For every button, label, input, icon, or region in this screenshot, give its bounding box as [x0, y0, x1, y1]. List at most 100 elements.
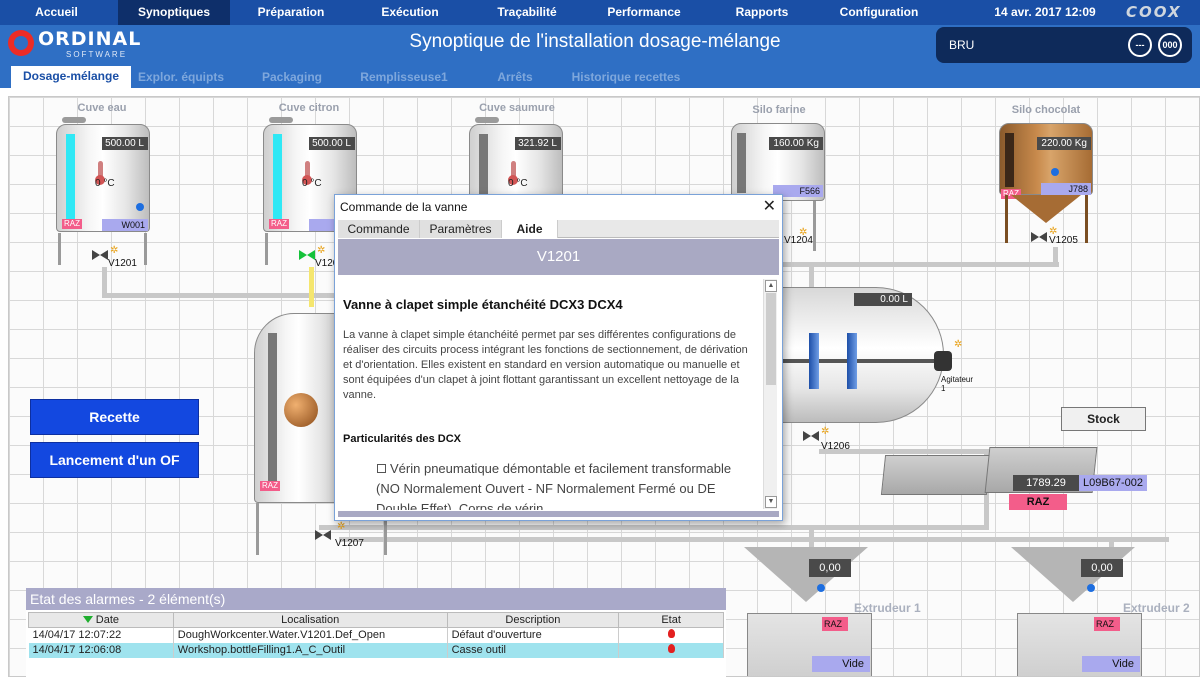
extruder-2[interactable]: RAZ Vide [1017, 613, 1142, 676]
status-dot-icon [817, 584, 825, 592]
nav-execution[interactable]: Exécution [355, 0, 465, 25]
tank-volume: 500.00 L [309, 137, 355, 150]
nav-accueil[interactable]: Accueil [0, 0, 113, 25]
gear-icon: ✲ [317, 245, 326, 256]
raz-tag[interactable]: RAZ [269, 219, 289, 229]
scroll-down-icon[interactable]: ▼ [765, 496, 777, 508]
dialog-valve-id: V1201 [338, 239, 779, 275]
column-header-localisation[interactable]: Localisation [172, 612, 448, 628]
sort-arrow-icon [82, 616, 93, 623]
tank-leg [58, 233, 61, 265]
nav-synoptiques[interactable]: Synoptiques [118, 0, 230, 25]
valve-v1207[interactable] [315, 530, 331, 540]
alarm-state [618, 642, 724, 658]
scroll-up-icon[interactable]: ▲ [765, 280, 777, 292]
more-button[interactable]: --- [1128, 33, 1152, 57]
stock-lot: L09B67-002 [1079, 475, 1147, 491]
pipe-citron-active [309, 267, 314, 307]
alarm-table: Date Localisation Description Etat 14/04… [28, 612, 724, 658]
raz-tag[interactable]: RAZ [62, 219, 82, 229]
level-gauge [479, 134, 488, 194]
alarm-description: Défaut d'ouverture [447, 627, 620, 643]
ordinal-logo-sub: SOFTWARE [66, 50, 128, 59]
tank-temperature: 0 °C [508, 178, 528, 189]
help-subheading: Particularités des DCX [343, 433, 461, 445]
tab-aide[interactable]: Aide [502, 220, 558, 238]
reactor-agitator-icon [284, 393, 318, 427]
valve-v1205[interactable] [1031, 232, 1047, 242]
agitator-label: Agitateur 1 [941, 375, 974, 393]
tab-remplisseuse1[interactable]: Remplisseuse1 [358, 67, 450, 88]
counter-button[interactable]: 000 [1158, 33, 1182, 57]
tank-id: W001 [102, 219, 148, 231]
ordinal-logo: ORDINAL SOFTWARE [8, 28, 143, 64]
tank-cuve-eau[interactable]: 500.00 L 0 °C RAZ W001 [54, 117, 154, 272]
tank-vent [62, 117, 86, 123]
alarm-location: DoughWorkcenter.Water.V1201.Def_Open [173, 627, 448, 643]
silo-leg [1005, 195, 1008, 243]
lancement-of-button[interactable]: Lancement d'un OF [30, 442, 199, 478]
valve-label: V1206 [821, 441, 850, 452]
stock-button[interactable]: Stock [1061, 407, 1146, 431]
scrollbar-thumb[interactable] [766, 293, 776, 385]
status-dot-icon [1087, 584, 1095, 592]
valve-v1201[interactable] [92, 250, 108, 260]
alarm-panel: Etat des alarmes - 2 élément(s) Date Loc… [26, 588, 726, 677]
help-scrollbar[interactable]: ▲ ▼ [763, 279, 777, 509]
alarm-bulb-icon [667, 644, 675, 653]
column-header-date[interactable]: Date [28, 612, 174, 628]
tab-parametres[interactable]: Paramètres [420, 220, 502, 238]
silo-cone [1011, 195, 1081, 223]
column-header-description[interactable]: Description [446, 612, 620, 628]
valve-label: V1205 [1049, 235, 1078, 246]
tab-historique-recettes[interactable]: Historique recettes [570, 67, 682, 88]
tank-cuve-saumure[interactable]: 321.92 L 0 °C [467, 117, 567, 199]
close-icon[interactable]: ✕ [763, 196, 776, 216]
valve-v1206[interactable] [803, 431, 819, 441]
table-row[interactable]: 14/04/17 12:07:22 DoughWorkcenter.Water.… [28, 627, 724, 643]
tank-volume: 500.00 L [102, 137, 148, 150]
tab-arrets[interactable]: Arrêts [490, 67, 540, 88]
nav-rapports[interactable]: Rapports [708, 0, 816, 25]
extruder-value: 0,00 [1081, 559, 1123, 577]
column-header-etat[interactable]: Etat [618, 612, 724, 628]
raz-tag[interactable]: RAZ [822, 617, 848, 631]
nav-performance[interactable]: Performance [590, 0, 698, 25]
extruder-1[interactable]: RAZ Vide [747, 613, 872, 676]
valve-citron[interactable] [299, 250, 315, 260]
tank-label: Cuve saumure [479, 102, 555, 114]
stock-raz-button[interactable]: RAZ [1009, 494, 1067, 510]
gear-icon: ✲ [954, 339, 963, 350]
stock-bin-icon [880, 455, 992, 495]
nav-tracabilite[interactable]: Traçabilité [472, 0, 582, 25]
tab-dosage-melange[interactable]: Dosage-mélange [11, 66, 131, 88]
valve-label: V1204 [784, 235, 813, 246]
tab-packaging[interactable]: Packaging [256, 67, 328, 88]
tab-explor-equipts[interactable]: Explor. équipts [136, 67, 226, 88]
user-box: BRU --- 000 [936, 27, 1192, 63]
nav-preparation[interactable]: Préparation [236, 0, 346, 25]
level-gauge [273, 134, 282, 224]
status-dot-icon [136, 203, 144, 211]
status-dot-icon [1051, 168, 1059, 176]
alarm-bulb-icon [667, 629, 675, 639]
tank-label: Cuve eau [77, 102, 127, 114]
recette-button[interactable]: Recette [30, 399, 199, 435]
table-row[interactable]: 14/04/17 12:06:08 Workshop.bottleFilling… [28, 642, 724, 658]
dialog-title: Commande de la vanne [340, 200, 468, 214]
dialog-tabs: Commande Paramètres Aide [338, 220, 779, 238]
tank-label: Cuve citron [278, 102, 340, 114]
tab-commande[interactable]: Commande [338, 220, 420, 238]
tank-label: Silo farine [752, 104, 806, 116]
app-header: ORDINAL SOFTWARE Synoptique de l'install… [0, 25, 1200, 66]
pipe-extruder-2 [339, 537, 1169, 542]
user-code: BRU [949, 38, 975, 52]
valve-label: V1201 [108, 258, 137, 269]
raz-tag[interactable]: RAZ [1094, 617, 1120, 631]
level-gauge [268, 333, 277, 483]
raz-tag[interactable]: RAZ [260, 481, 280, 491]
extruder-status: Vide [812, 656, 870, 672]
nav-configuration[interactable]: Configuration [826, 0, 932, 25]
tank-temperature: 0 °C [302, 178, 322, 189]
silo-chocolat[interactable]: 220.00 Kg RAZ J788 [997, 119, 1097, 249]
